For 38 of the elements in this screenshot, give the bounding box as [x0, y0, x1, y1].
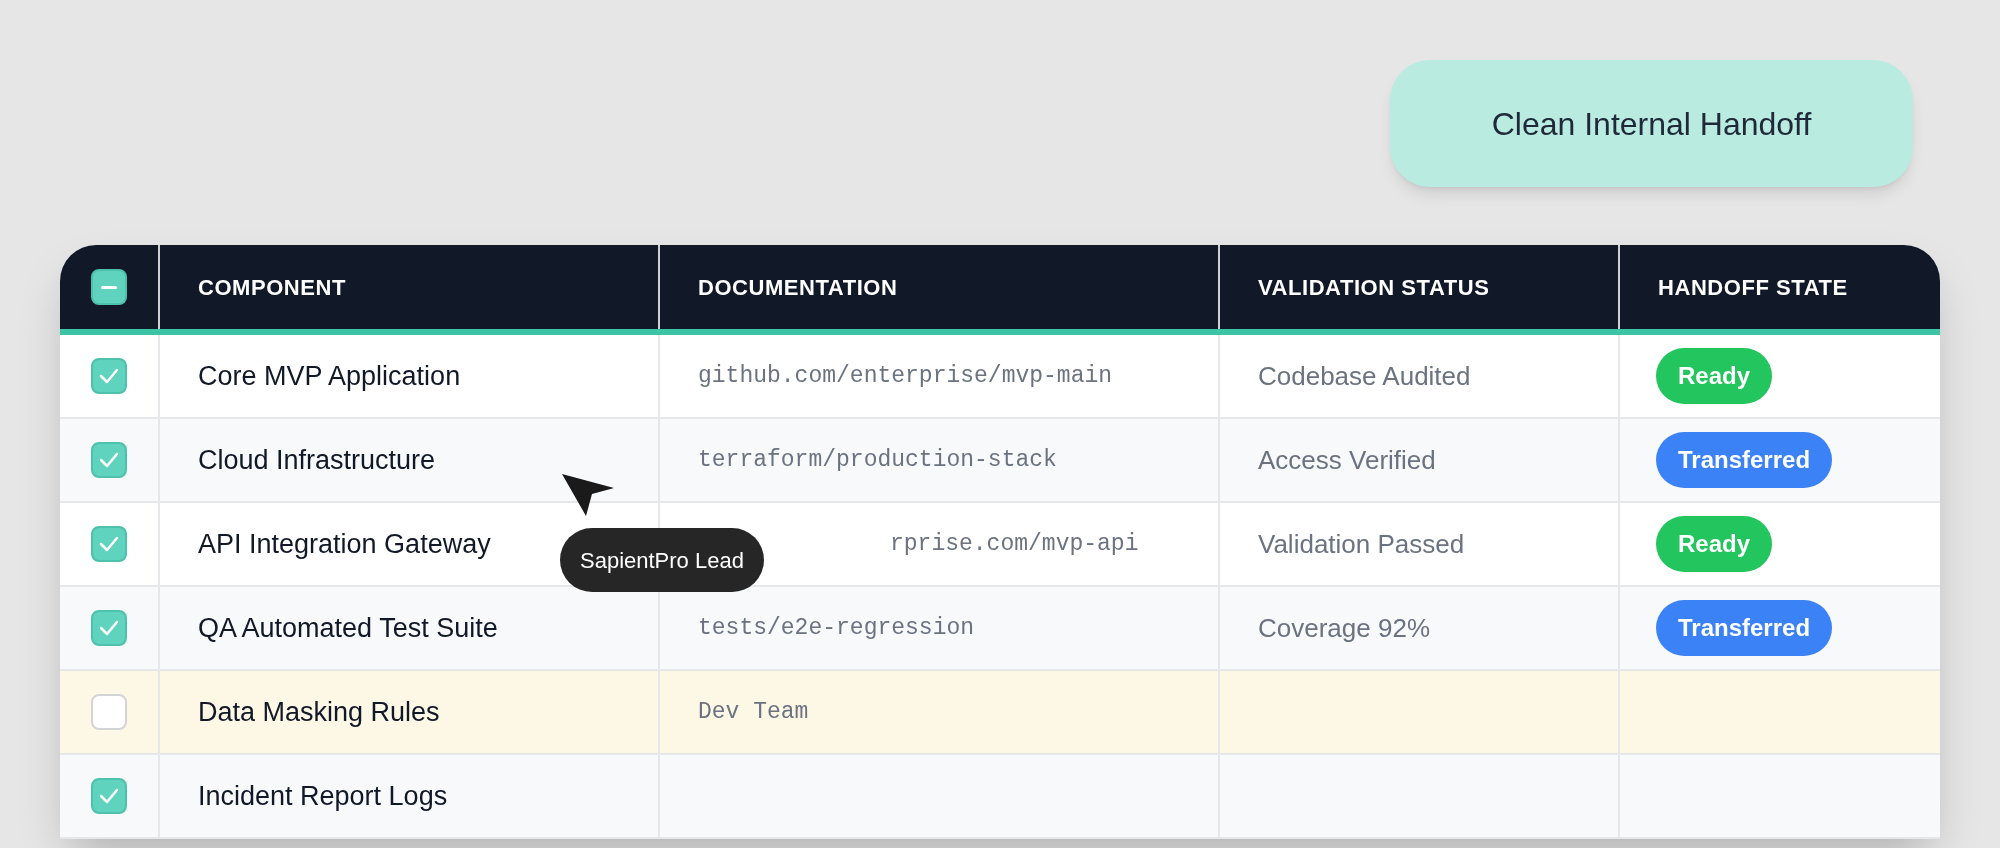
- check-icon: [99, 452, 119, 468]
- status-badge: Transferred: [1656, 600, 1833, 656]
- table-row[interactable]: Cloud Infrastructure terraform/production-stack Access Verified Transferred: [60, 419, 1940, 503]
- column-header[interactable]: HANDOFF STATE: [1620, 245, 1940, 329]
- dash-icon: [101, 285, 117, 289]
- table-row[interactable]: QA Automated Test Suite tests/e2e-regression Coverage 92% Transferred: [60, 587, 1940, 671]
- handoff-button[interactable]: Clean Internal Handoff: [1390, 60, 1913, 187]
- highlighted-row[interactable]: Data Masking Rules Dev Team: [60, 671, 1940, 755]
- validation-status: Codebase Audited: [1220, 335, 1620, 417]
- tooltip: SapientPro Lead: [560, 528, 764, 592]
- select-all-checkbox[interactable]: [91, 269, 127, 305]
- checkbox[interactable]: [91, 526, 127, 562]
- component-name: Incident Report Logs: [160, 755, 660, 837]
- validation-status: Access Verified: [1220, 419, 1620, 501]
- check-icon: [99, 536, 119, 552]
- checkbox[interactable]: [91, 358, 127, 394]
- status-badge: Transferred: [1656, 432, 1833, 488]
- status-badge: Ready: [1656, 516, 1773, 572]
- documentation-path: github.com/enterprise/mvp-main: [660, 335, 1220, 417]
- column-header[interactable]: COMPONENT: [160, 245, 660, 329]
- table-row[interactable]: Core MVP Application github.com/enterprise/mvp-main Codebase Audited Ready: [60, 335, 1940, 419]
- validation-status: Coverage 92%: [1220, 587, 1620, 669]
- checkbox[interactable]: [91, 442, 127, 478]
- column-header[interactable]: VALIDATION STATUS: [1220, 245, 1620, 329]
- check-icon: [99, 788, 119, 804]
- checkbox[interactable]: [91, 610, 127, 646]
- checkbox[interactable]: [91, 778, 127, 814]
- documentation-path: Dev Team: [660, 671, 1220, 753]
- checkbox[interactable]: [91, 694, 127, 730]
- documentation-path: terraform/production-stack: [660, 419, 1220, 501]
- status-badge: Ready: [1656, 348, 1773, 404]
- table-row[interactable]: Incident Report Logs: [60, 755, 1940, 839]
- component-name: Core MVP Application: [160, 335, 660, 417]
- check-icon: [99, 368, 119, 384]
- column-header[interactable]: DOCUMENTATION: [660, 245, 1220, 329]
- check-icon: [99, 620, 119, 636]
- validation-status: Validation Passed: [1220, 503, 1620, 585]
- component-name: Data Masking Rules: [160, 671, 660, 753]
